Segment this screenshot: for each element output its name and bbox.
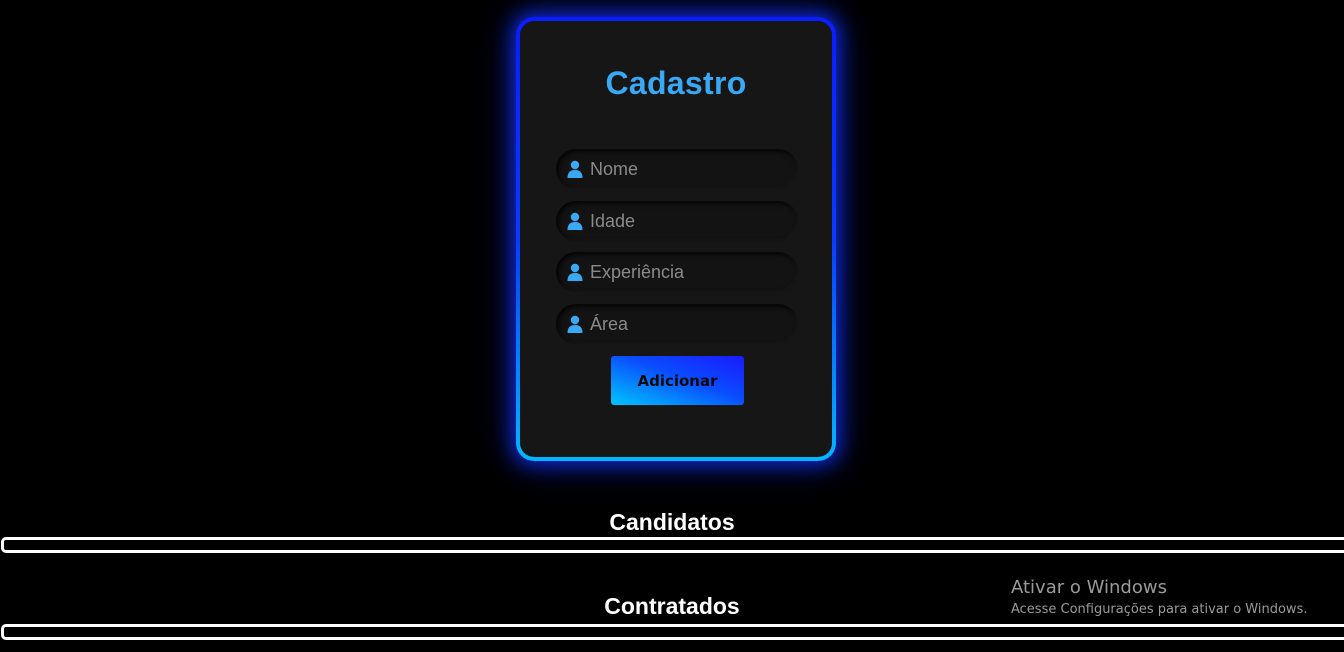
register-card: Cadastro Adicionar	[516, 17, 836, 461]
age-input[interactable]	[590, 210, 790, 232]
user-icon	[566, 159, 584, 179]
user-icon	[566, 211, 584, 231]
form-title: Cadastro	[605, 65, 747, 101]
age-field[interactable]	[556, 201, 798, 241]
windows-activation-watermark: Ativar o Windows Acesse Configurações pa…	[1011, 576, 1307, 620]
user-icon	[566, 262, 584, 282]
name-input[interactable]	[590, 158, 790, 180]
experience-field[interactable]	[556, 252, 798, 292]
candidates-list	[1, 537, 1344, 553]
add-button[interactable]: Adicionar	[611, 356, 744, 405]
watermark-title: Ativar o Windows	[1011, 577, 1167, 598]
area-input[interactable]	[590, 313, 790, 335]
name-field[interactable]	[556, 149, 798, 189]
page: Cadastro Adicionar Candid	[0, 0, 1344, 652]
area-field[interactable]	[556, 304, 798, 344]
user-icon	[566, 314, 584, 334]
experience-input[interactable]	[590, 261, 790, 283]
hired-list	[1, 624, 1344, 640]
watermark-subtitle: Acesse Configurações para ativar o Windo…	[1011, 602, 1308, 617]
candidates-title: Candidatos	[609, 509, 735, 535]
